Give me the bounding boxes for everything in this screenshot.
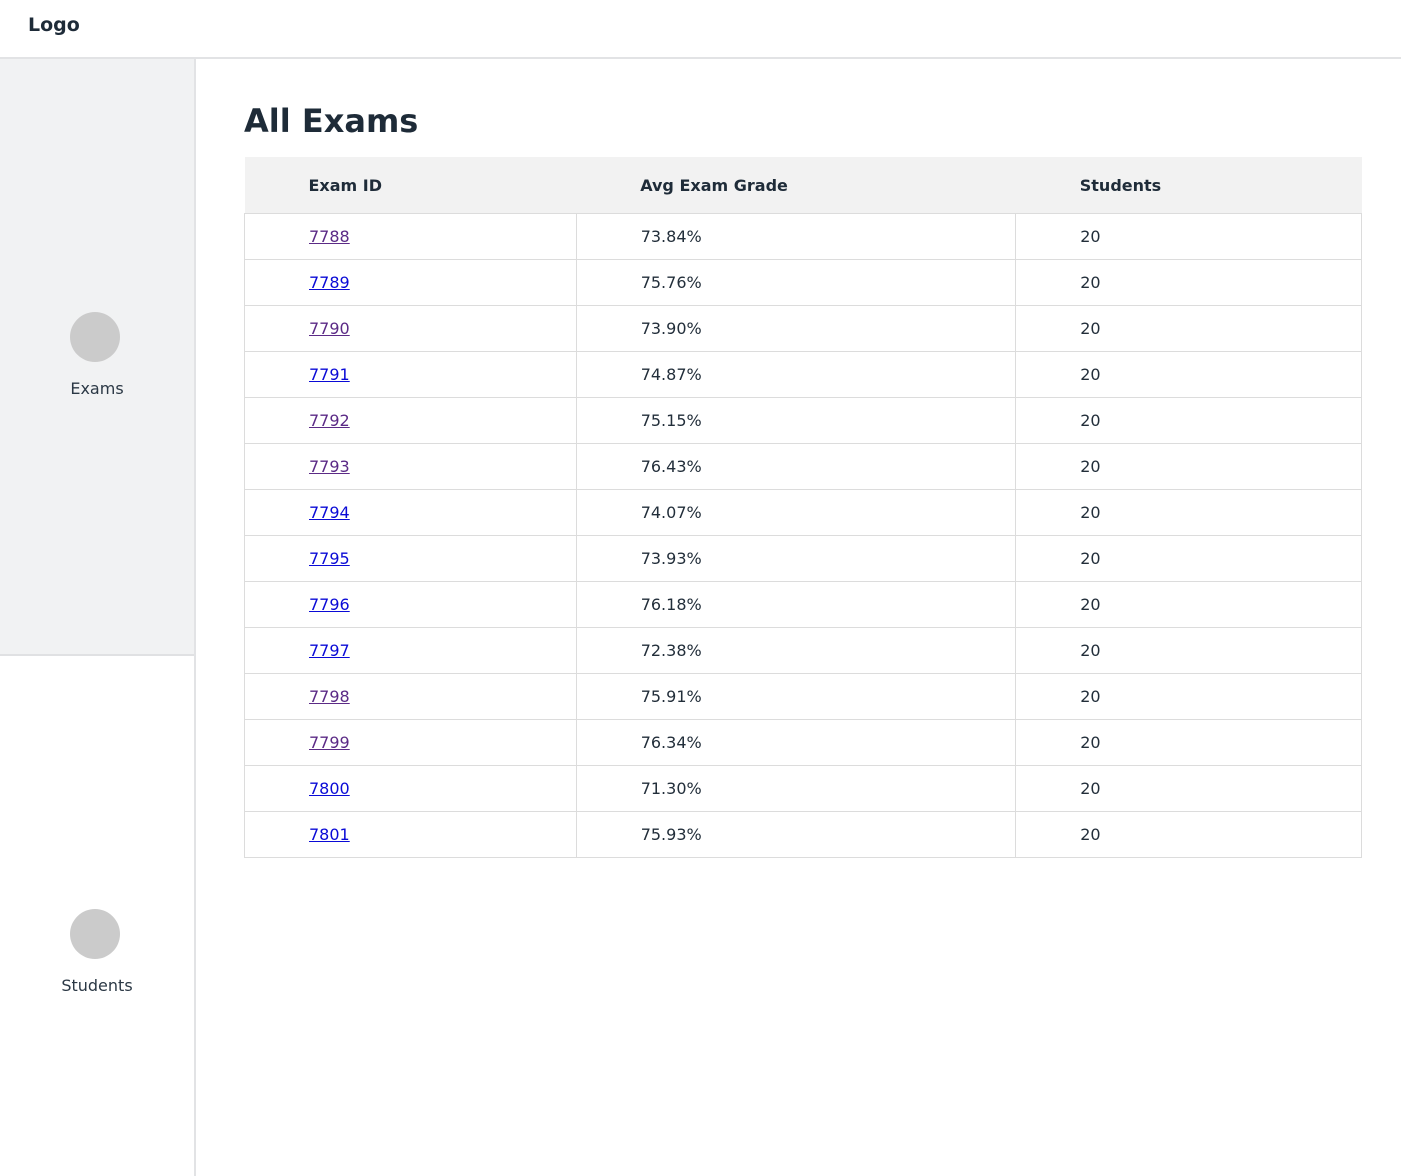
top-header: Logo bbox=[0, 0, 1401, 59]
avg-grade-cell: 72.38% bbox=[575, 627, 1017, 674]
exam-id-cell: 7790 bbox=[244, 305, 577, 352]
column-header-avg-grade: Avg Exam Grade bbox=[576, 157, 1016, 214]
exam-id-cell: 7797 bbox=[244, 627, 577, 674]
students-count-cell: 20 bbox=[1015, 305, 1362, 352]
table-header: Exam ID Avg Exam Grade Students bbox=[244, 157, 1362, 214]
exam-id-link[interactable]: 7791 bbox=[309, 365, 350, 384]
table-row: 7790 73.90% 20 bbox=[244, 305, 1362, 352]
sidebar-item-label: Students bbox=[61, 976, 133, 995]
exam-id-link[interactable]: 7788 bbox=[309, 227, 350, 246]
avg-grade-cell: 75.91% bbox=[575, 673, 1017, 720]
exam-id-link[interactable]: 7790 bbox=[309, 319, 350, 338]
sidebar-item-exams[interactable]: Exams bbox=[0, 59, 194, 656]
students-count-cell: 20 bbox=[1015, 351, 1362, 398]
exam-id-cell: 7798 bbox=[244, 673, 577, 720]
students-count-cell: 20 bbox=[1015, 213, 1362, 260]
avg-grade-cell: 75.93% bbox=[575, 811, 1017, 858]
table-row: 7796 76.18% 20 bbox=[244, 581, 1362, 628]
avg-grade-cell: 73.93% bbox=[575, 535, 1017, 582]
exam-id-cell: 7796 bbox=[244, 581, 577, 628]
students-count-cell: 20 bbox=[1015, 719, 1362, 766]
exam-id-link[interactable]: 7800 bbox=[309, 779, 350, 798]
students-icon bbox=[70, 909, 120, 959]
avg-grade-cell: 73.90% bbox=[575, 305, 1017, 352]
exam-id-link[interactable]: 7792 bbox=[309, 411, 350, 430]
sidebar: Exams Students bbox=[0, 59, 196, 1176]
exam-id-cell: 7799 bbox=[244, 719, 577, 766]
avg-grade-cell: 73.84% bbox=[575, 213, 1017, 260]
students-count-cell: 20 bbox=[1015, 811, 1362, 858]
students-count-cell: 20 bbox=[1015, 397, 1362, 444]
table-row: 7789 75.76% 20 bbox=[244, 259, 1362, 306]
avg-grade-cell: 76.34% bbox=[575, 719, 1017, 766]
table-row: 7797 72.38% 20 bbox=[244, 627, 1362, 674]
avg-grade-cell: 75.15% bbox=[575, 397, 1017, 444]
avg-grade-cell: 75.76% bbox=[575, 259, 1017, 306]
column-header-students: Students bbox=[1015, 157, 1362, 214]
table-row: 7791 74.87% 20 bbox=[244, 351, 1362, 398]
exam-id-link[interactable]: 7793 bbox=[309, 457, 350, 476]
table-row: 7795 73.93% 20 bbox=[244, 535, 1362, 582]
exam-id-cell: 7794 bbox=[244, 489, 577, 536]
table-row: 7801 75.93% 20 bbox=[244, 811, 1362, 858]
exam-id-link[interactable]: 7798 bbox=[309, 687, 350, 706]
exam-id-link[interactable]: 7801 bbox=[309, 825, 350, 844]
exam-id-link[interactable]: 7797 bbox=[309, 641, 350, 660]
exam-id-link[interactable]: 7799 bbox=[309, 733, 350, 752]
students-count-cell: 20 bbox=[1015, 535, 1362, 582]
exam-id-cell: 7795 bbox=[244, 535, 577, 582]
avg-grade-cell: 76.18% bbox=[575, 581, 1017, 628]
table-body: 7788 73.84% 20 7789 75.76% 20 7790 73.90% 20 7791… bbox=[244, 213, 1362, 858]
table-row: 7798 75.91% 20 bbox=[244, 673, 1362, 720]
exam-id-link[interactable]: 7789 bbox=[309, 273, 350, 292]
table-row: 7788 73.84% 20 bbox=[244, 213, 1362, 260]
table-row: 7800 71.30% 20 bbox=[244, 765, 1362, 812]
students-count-cell: 20 bbox=[1015, 765, 1362, 812]
exam-id-cell: 7788 bbox=[244, 213, 577, 260]
students-count-cell: 20 bbox=[1015, 443, 1362, 490]
exam-id-cell: 7789 bbox=[244, 259, 577, 306]
exam-id-cell: 7793 bbox=[244, 443, 577, 490]
students-count-cell: 20 bbox=[1015, 627, 1362, 674]
exams-table: Exam ID Avg Exam Grade Students 7788 73.8… bbox=[244, 157, 1362, 858]
students-count-cell: 20 bbox=[1015, 673, 1362, 720]
exam-id-cell: 7792 bbox=[244, 397, 577, 444]
avg-grade-cell: 74.07% bbox=[575, 489, 1017, 536]
exam-id-cell: 7791 bbox=[244, 351, 577, 398]
avg-grade-cell: 76.43% bbox=[575, 443, 1017, 490]
exam-id-link[interactable]: 7796 bbox=[309, 595, 350, 614]
exams-icon bbox=[70, 312, 120, 362]
logo[interactable]: Logo bbox=[28, 14, 80, 36]
sidebar-item-students[interactable]: Students bbox=[0, 656, 194, 1176]
students-count-cell: 20 bbox=[1015, 259, 1362, 306]
exam-id-link[interactable]: 7795 bbox=[309, 549, 350, 568]
avg-grade-cell: 71.30% bbox=[575, 765, 1017, 812]
table-row: 7799 76.34% 20 bbox=[244, 719, 1362, 766]
exam-id-link[interactable]: 7794 bbox=[309, 503, 350, 522]
students-count-cell: 20 bbox=[1015, 581, 1362, 628]
column-header-exam-id: Exam ID bbox=[244, 157, 577, 214]
exam-id-cell: 7800 bbox=[244, 765, 577, 812]
exam-id-cell: 7801 bbox=[244, 811, 577, 858]
table-row: 7793 76.43% 20 bbox=[244, 443, 1362, 490]
table-row: 7792 75.15% 20 bbox=[244, 397, 1362, 444]
students-count-cell: 20 bbox=[1015, 489, 1362, 536]
table-row: 7794 74.07% 20 bbox=[244, 489, 1362, 536]
avg-grade-cell: 74.87% bbox=[575, 351, 1017, 398]
sidebar-item-label: Exams bbox=[70, 379, 124, 398]
page-title: All Exams bbox=[244, 102, 419, 140]
